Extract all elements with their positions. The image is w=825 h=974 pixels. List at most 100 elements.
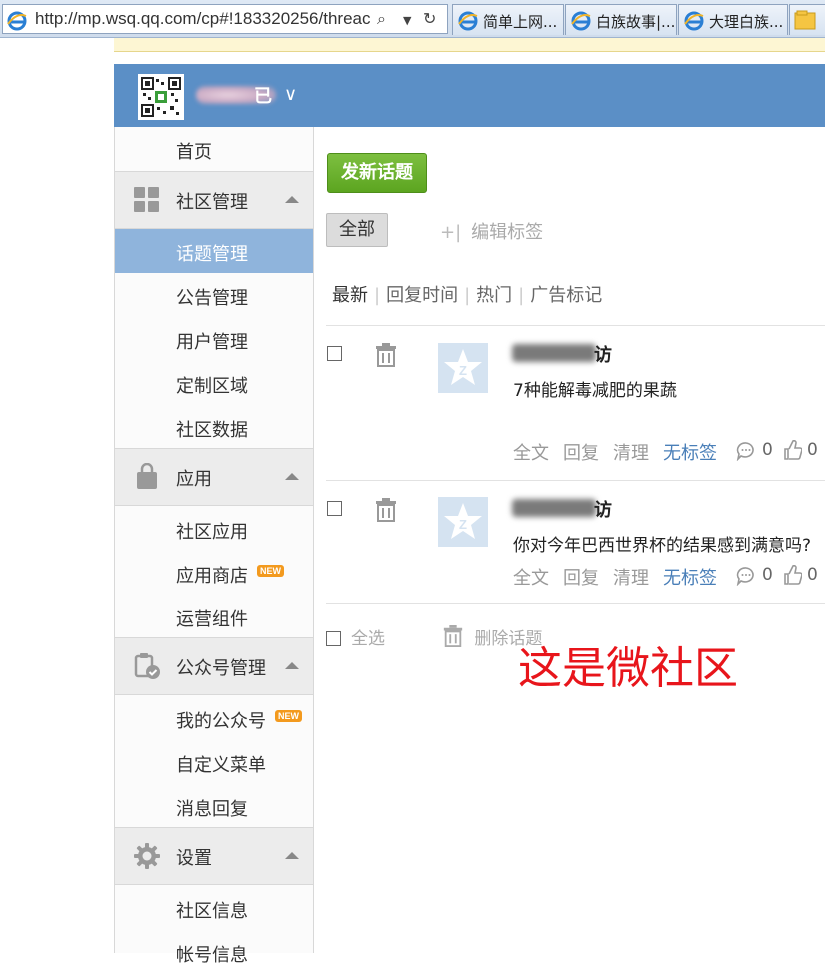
sidebar-item-community-apps[interactable]: 社区应用 bbox=[115, 507, 313, 551]
browser-tab-3[interactable]: 大理白族... bbox=[678, 4, 788, 35]
notice-strip bbox=[114, 38, 825, 52]
comment-count: 0 bbox=[762, 565, 773, 585]
main-content: 发新话题 全部 +| 编辑标签 最新 | 回复时间 | 热门 | 广告标记 Z 访 7种能解毒… bbox=[314, 127, 825, 953]
sidebar-item-my-accounts[interactable]: 我的公众号 NEW bbox=[115, 696, 313, 740]
chevron-down-icon[interactable]: ∨ bbox=[284, 84, 297, 105]
select-all-label[interactable]: 全选 bbox=[351, 629, 385, 649]
svg-text:Z: Z bbox=[459, 517, 467, 532]
topic-title[interactable]: 你对今年巴西世界杯的结果感到满意吗? bbox=[513, 531, 811, 556]
sidebar-item-app-store[interactable]: 应用商店 NEW bbox=[115, 551, 313, 595]
sidebar-group-settings[interactable]: 设置 bbox=[115, 827, 313, 885]
refresh-icon[interactable]: ↻ bbox=[423, 9, 436, 28]
new-badge: NEW bbox=[257, 565, 284, 577]
reply-link[interactable]: 回复 bbox=[563, 568, 599, 589]
ie-logo-icon bbox=[684, 11, 704, 31]
sidebar-item-custom-area[interactable]: 定制区域 bbox=[115, 361, 313, 405]
topic-actions: 全文 回复 清理 无标签 bbox=[513, 439, 731, 465]
sort-tabs: 最新 | 回复时间 | 热门 | 广告标记 bbox=[332, 285, 603, 306]
ie-logo-icon bbox=[458, 11, 478, 31]
tab-label: 白族故事|... bbox=[596, 13, 676, 31]
bulk-actions: 全选 删除话题 bbox=[326, 624, 542, 649]
sidebar-item-account-info[interactable]: 帐号信息 bbox=[115, 930, 313, 974]
clean-link[interactable]: 清理 bbox=[613, 443, 649, 464]
select-all-checkbox[interactable] bbox=[326, 631, 341, 646]
sidebar-item-community-data[interactable]: 社区数据 bbox=[115, 405, 313, 449]
row-checkbox[interactable] bbox=[327, 501, 342, 516]
thumbs-up-icon[interactable] bbox=[784, 440, 802, 460]
comment-icon[interactable] bbox=[736, 441, 756, 461]
sidebar-item-topics[interactable]: 话题管理 bbox=[115, 229, 313, 273]
sidebar: 首页 社区管理 话题管理 公告管理 用户管理 定制区域 社区数据 应用 社区应用 bbox=[114, 127, 314, 966]
sidebar-item-users[interactable]: 用户管理 bbox=[115, 317, 313, 361]
row-checkbox[interactable] bbox=[327, 346, 342, 361]
tab-label: 简单上网... bbox=[483, 13, 558, 31]
redacted-author bbox=[512, 344, 596, 362]
full-text-link[interactable]: 全文 bbox=[513, 568, 549, 589]
trash-icon[interactable] bbox=[374, 343, 398, 367]
sidebar-item-community-info[interactable]: 社区信息 bbox=[115, 886, 313, 930]
edit-tags-link[interactable]: +| 编辑标签 bbox=[440, 218, 543, 244]
annotation-text: 这是微社区 bbox=[518, 643, 738, 694]
no-tag-link[interactable]: 无标签 bbox=[663, 568, 717, 589]
author-name[interactable]: 访 bbox=[594, 341, 612, 367]
divider bbox=[326, 603, 825, 604]
like-count: 0 bbox=[807, 440, 818, 460]
topic-actions: 全文 回复 清理 无标签 bbox=[513, 564, 731, 590]
clean-link[interactable]: 清理 bbox=[613, 568, 649, 589]
comment-count: 0 bbox=[762, 440, 773, 460]
topic-row: Z 访 你对今年巴西世界杯的结果感到满意吗? 全文 回复 清理 无标签 0 0 bbox=[314, 480, 825, 603]
sidebar-item-operations[interactable]: 运营组件 bbox=[115, 594, 313, 638]
chevron-up-icon[interactable] bbox=[285, 662, 299, 669]
sort-tab-reply-time[interactable]: 回复时间 bbox=[386, 285, 458, 306]
svg-text:Z: Z bbox=[459, 363, 467, 378]
address-bar[interactable]: http://mp.wsq.qq.com/cp#!183320256/threa… bbox=[2, 4, 448, 34]
filter-all-button[interactable]: 全部 bbox=[326, 213, 388, 247]
avatar[interactable]: Z bbox=[438, 497, 488, 547]
thumbs-up-icon[interactable] bbox=[784, 565, 802, 585]
like-count: 0 bbox=[807, 565, 818, 585]
ie-logo-icon bbox=[7, 11, 27, 31]
browser-tab-4[interactable] bbox=[789, 4, 825, 35]
trash-icon[interactable] bbox=[442, 625, 464, 647]
shopping-bag-icon bbox=[137, 463, 157, 489]
avatar[interactable]: Z bbox=[438, 343, 488, 393]
sort-tab-hot[interactable]: 热门 bbox=[476, 285, 512, 306]
sidebar-group-community[interactable]: 社区管理 bbox=[115, 171, 313, 229]
browser-toolbar: http://mp.wsq.qq.com/cp#!183320256/threa… bbox=[0, 0, 825, 38]
browser-tab-2[interactable]: 白族故事|... bbox=[565, 4, 677, 35]
sort-tab-ad-mark[interactable]: 广告标记 bbox=[530, 285, 602, 306]
sidebar-item-message-reply[interactable]: 消息回复 bbox=[115, 784, 313, 828]
gear-icon bbox=[134, 843, 160, 869]
chevron-up-icon[interactable] bbox=[285, 473, 299, 480]
folder-icon bbox=[794, 10, 816, 30]
dropdown-arrow-icon[interactable]: ▼ bbox=[403, 14, 411, 27]
grid-icon bbox=[134, 187, 159, 212]
comment-icon[interactable] bbox=[736, 566, 756, 586]
new-badge: NEW bbox=[275, 710, 302, 722]
author-name[interactable]: 访 bbox=[594, 496, 612, 522]
topic-row: Z 访 7种能解毒减肥的果蔬 全文 回复 清理 无标签 0 0 bbox=[314, 325, 825, 480]
search-icon[interactable]: ⌕ bbox=[377, 9, 386, 29]
no-tag-link[interactable]: 无标签 bbox=[663, 443, 717, 464]
topic-title[interactable]: 7种能解毒减肥的果蔬 bbox=[513, 376, 677, 401]
sort-tab-latest[interactable]: 最新 bbox=[332, 285, 368, 306]
full-text-link[interactable]: 全文 bbox=[513, 443, 549, 464]
sidebar-item-custom-menu[interactable]: 自定义菜单 bbox=[115, 740, 313, 784]
plus-icon: +| bbox=[440, 222, 462, 243]
chevron-up-icon[interactable] bbox=[285, 196, 299, 203]
tab-label: 大理白族... bbox=[709, 13, 784, 31]
browser-tab-1[interactable]: 简单上网... bbox=[452, 4, 564, 35]
sidebar-group-official-accounts[interactable]: 公众号管理 bbox=[115, 637, 313, 695]
sidebar-item-home[interactable]: 首页 bbox=[115, 127, 313, 171]
sidebar-group-apps[interactable]: 应用 bbox=[115, 448, 313, 506]
reply-link[interactable]: 回复 bbox=[563, 443, 599, 464]
sidebar-item-announcements[interactable]: 公告管理 bbox=[115, 273, 313, 317]
clipboard-check-icon bbox=[134, 653, 160, 679]
trash-icon[interactable] bbox=[374, 498, 398, 522]
new-topic-button[interactable]: 发新话题 bbox=[327, 153, 427, 193]
address-url[interactable]: http://mp.wsq.qq.com/cp#!183320256/threa… bbox=[35, 9, 375, 29]
app-header: 已 ∨ bbox=[114, 64, 825, 127]
qr-code-icon bbox=[138, 74, 184, 120]
chevron-up-icon[interactable] bbox=[285, 852, 299, 859]
account-name[interactable]: 已 bbox=[196, 82, 276, 108]
